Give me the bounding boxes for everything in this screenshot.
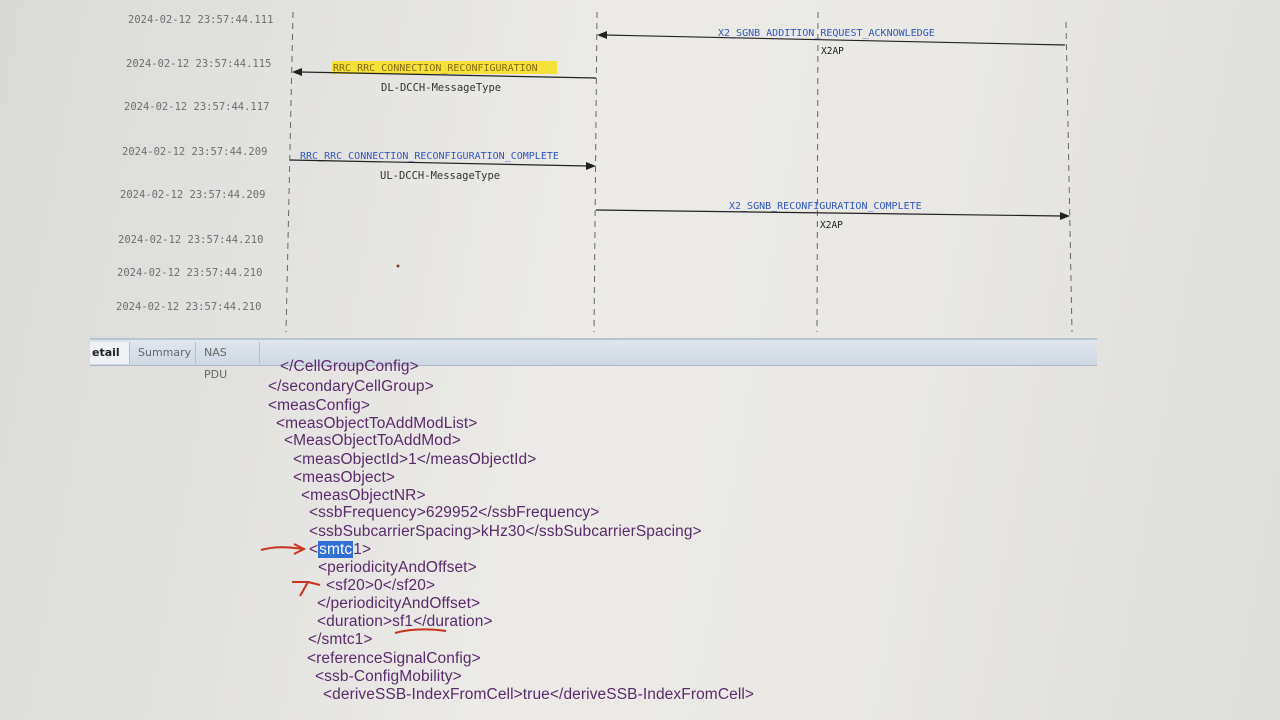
xml-text: </secondaryCellGroup> (268, 378, 434, 395)
protocol-label: X2AP (820, 220, 843, 231)
timestamp-2: 2024-02-12 23:57:44.115 (126, 58, 271, 70)
timestamp-1: 2024-02-12 23:57:44.111 (128, 14, 273, 26)
xml-text: <deriveSSB-IndexFromCell>true</deriveSSB… (323, 686, 755, 703)
xml-line[interactable]: </smtc1> (308, 631, 373, 649)
xml-text: <measObjectNR> (301, 487, 426, 504)
xml-text: </periodicityAndOffset> (317, 595, 481, 612)
xml-text: <ssb-ConfigMobility> (315, 668, 462, 685)
xml-text: <ssbFrequency>629952</ssbFrequency> (309, 504, 600, 521)
message-label[interactable]: X2_SGNB_ADDITION_REQUEST_ACKNOWLEDGE (718, 28, 935, 39)
xml-line[interactable]: <referenceSignalConfig> (307, 650, 481, 668)
message-rrc-connection-reconfiguration[interactable]: RRC_RRC_CONNECTION_RECONFIGURATION DL-DC… (292, 61, 597, 94)
xml-line[interactable]: <ssb-ConfigMobility> (315, 668, 462, 686)
message-label[interactable]: RRC_RRC_CONNECTION_RECONFIGURATION (333, 63, 538, 74)
xml-text: <measObjectToAddModList> (276, 415, 478, 432)
photographed-monitor-screen: 2024-02-12 23:57:44.111 2024-02-12 23:57… (0, 0, 1280, 720)
message-x2-sgnb-addition-ack[interactable]: X2_SGNB_ADDITION_REQUEST_ACKNOWLEDGE X2A… (597, 28, 1066, 57)
xml-decode-view: </CellGroupConfig> </secondaryCellGroup>… (0, 358, 1280, 720)
arrowhead-right (1060, 212, 1070, 220)
xml-text: <referenceSignalConfig> (307, 650, 481, 667)
xml-text: 1> (353, 541, 372, 558)
sequence-diagram: 2024-02-12 23:57:44.111 2024-02-12 23:57… (0, 0, 1280, 340)
xml-text: <MeasObjectToAddMod> (284, 432, 461, 449)
xml-text: <periodicityAndOffset> (318, 559, 477, 576)
message-rrc-connection-reconfiguration-complete[interactable]: RRC_RRC_CONNECTION_RECONFIGURATION_COMPL… (289, 151, 596, 182)
message-x2-sgnb-reconfiguration-complete[interactable]: X2_SGNB_RECONFIGURATION_COMPLETE X2AP (595, 201, 1070, 231)
timestamp-3: 2024-02-12 23:57:44.117 (124, 101, 269, 113)
xml-line[interactable]: </CellGroupConfig> (280, 358, 419, 376)
sequence-diagram-canvas: 2024-02-12 23:57:44.111 2024-02-12 23:57… (116, 11, 1073, 333)
xml-text: </smtc1> (308, 631, 373, 648)
xml-line[interactable]: <ssbSubcarrierSpacing>kHz30</ssbSubcarri… (309, 523, 702, 541)
pen-underline-sf1-icon (394, 628, 447, 634)
arrowhead-right (586, 162, 596, 170)
xml-line-sf20[interactable]: <sf20>0</sf20> (326, 577, 435, 595)
xml-line[interactable]: </secondaryCellGroup> (268, 378, 434, 396)
selected-text[interactable]: smtc (318, 541, 354, 558)
xml-text: < (309, 541, 319, 558)
message-sublabel: UL-DCCH-MessageType (380, 170, 500, 182)
dust-speck (396, 264, 400, 268)
tab-detail-label: etail (92, 346, 120, 359)
timestamp-5: 2024-02-12 23:57:44.209 (120, 189, 265, 201)
xml-line[interactable]: <measObjectToAddModList> (276, 415, 477, 433)
xml-text: <measObject> (293, 469, 396, 486)
xml-line-smtc1[interactable]: <smtc1> (309, 541, 371, 559)
lifeline-sgnb (1065, 21, 1073, 333)
xml-text: <ssbSubcarrierSpacing>kHz30</ssbSubcarri… (309, 523, 702, 540)
lifeline-ue (285, 11, 294, 333)
xml-line[interactable]: <measObject> (293, 469, 395, 487)
pen-arrow-smtc1-icon (260, 543, 307, 555)
arrowhead-left (292, 68, 302, 76)
timestamp-8: 2024-02-12 23:57:44.210 (116, 301, 261, 313)
timestamp-4: 2024-02-12 23:57:44.209 (122, 146, 267, 158)
lifeline-enb (593, 11, 598, 333)
pen-arrow-sf20-icon (292, 581, 321, 597)
tab-summary-label: Summary (138, 346, 192, 359)
xml-line[interactable]: <MeasObjectToAddMod> (284, 432, 461, 450)
xml-text: <sf20>0</sf20> (326, 577, 436, 594)
xml-line[interactable]: <periodicityAndOffset> (318, 559, 477, 577)
protocol-label: X2AP (821, 46, 844, 57)
timestamp-6: 2024-02-12 23:57:44.210 (118, 234, 263, 246)
xml-line[interactable]: <measObjectNR> (301, 487, 426, 505)
xml-line[interactable]: <ssbFrequency>629952</ssbFrequency> (309, 504, 599, 522)
xml-line[interactable]: <measObjectId>1</measObjectId> (293, 451, 536, 469)
timestamp-7: 2024-02-12 23:57:44.210 (117, 267, 262, 279)
arrowhead-left (597, 31, 607, 39)
message-sublabel: DL-DCCH-MessageType (381, 82, 501, 94)
xml-text: <measObjectId>1</measObjectId> (293, 451, 537, 468)
xml-line[interactable]: <measConfig> (268, 397, 370, 415)
message-label[interactable]: X2_SGNB_RECONFIGURATION_COMPLETE (729, 201, 922, 212)
xml-line[interactable]: </periodicityAndOffset> (317, 595, 480, 613)
xml-text: <measConfig> (268, 397, 371, 414)
xml-line[interactable]: <deriveSSB-IndexFromCell>true</deriveSSB… (323, 686, 754, 704)
lifeline-x2ap (816, 11, 819, 333)
message-label[interactable]: RRC_RRC_CONNECTION_RECONFIGURATION_COMPL… (300, 151, 559, 162)
xml-text: </CellGroupConfig> (280, 358, 419, 375)
